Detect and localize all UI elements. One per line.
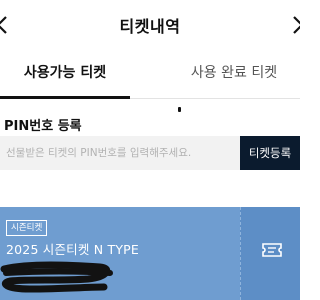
redaction-scribble (0, 261, 113, 293)
tab-used-tickets[interactable]: 사용 완료 티켓 (168, 50, 300, 98)
mouse-cursor (178, 107, 181, 112)
pin-input[interactable] (0, 136, 240, 170)
ticket-tabs: 사용가능 티켓 사용 완료 티켓 (0, 50, 300, 99)
register-ticket-button[interactable]: 티켓등록 (240, 136, 300, 170)
page-title: 티켓내역 (119, 17, 181, 36)
tab-available-label: 사용가능 티켓 (23, 65, 107, 81)
ticket-icon[interactable] (261, 241, 283, 259)
ticket-history-screen: 티켓내역 사용가능 티켓 사용 완료 티켓 PIN번호 등록 티켓등록 시즌티켓… (0, 0, 300, 300)
header: 티켓내역 (0, 0, 300, 50)
pin-register-label: PIN번호 등록 (4, 119, 82, 134)
chevron-right-icon[interactable] (290, 14, 300, 36)
season-ticket-badge: 시즌티켓 (6, 220, 48, 236)
tab-used-label: 사용 완료 티켓 (190, 65, 278, 81)
ticket-name: 2025 시즌티켓 N TYPE (6, 242, 139, 257)
tab-available-tickets[interactable]: 사용가능 티켓 (0, 50, 130, 99)
active-tab-indicator (0, 96, 130, 99)
ticket-card[interactable]: 시즌티켓 2025 시즌티켓 N TYPE (0, 207, 300, 300)
